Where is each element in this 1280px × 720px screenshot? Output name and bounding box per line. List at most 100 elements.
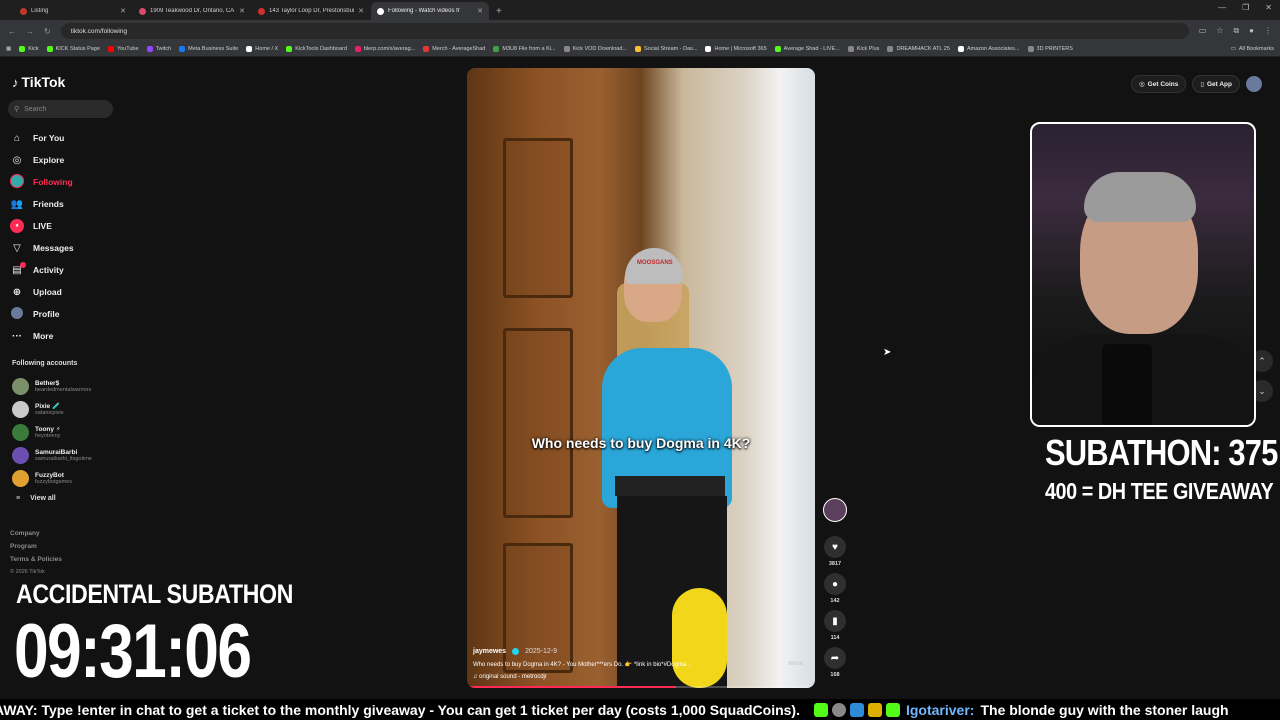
sidebar-item-upload[interactable]: ⊕ Upload — [10, 281, 74, 303]
heart-icon[interactable]: ♥ — [824, 536, 846, 558]
sidebar-item-messages[interactable]: ▽ Messages — [10, 237, 74, 259]
bookmark-item[interactable]: blerp.com/x/averag... — [354, 46, 415, 52]
sidebar-item-more[interactable]: ··· More — [10, 325, 74, 347]
search-input[interactable]: ⚲ Search — [8, 100, 113, 118]
sidebar-item-for-you[interactable]: ⌂ For You — [10, 127, 74, 149]
following-account[interactable]: Bether$ beardedmentalwarriors — [12, 375, 92, 398]
bookmark-favicon-icon — [246, 46, 253, 52]
following-account[interactable]: SamuraiBarbi samuraibarbi_itsgotime — [12, 444, 92, 467]
following-account[interactable]: Pixie 🧪 satanicpixie — [12, 398, 92, 421]
sidebar-item-label: Messages — [33, 243, 74, 253]
tab-title: Following - Watch videos fr — [388, 8, 460, 14]
browser-tab[interactable]: 143 Taylor Loop Dr, Prestonsburg ✕ — [252, 2, 370, 20]
extensions-icon[interactable]: ⧉ — [1233, 26, 1239, 36]
video-progress-bar[interactable] — [467, 686, 815, 688]
list-icon: ≡ — [16, 495, 21, 502]
ticker-announcement: AWAY: Type !enter in chat to get a ticke… — [0, 701, 800, 718]
bookmark-item[interactable]: Kick Plus — [847, 46, 879, 52]
bookmark-item[interactable]: Social Stream - Das... — [634, 46, 697, 52]
menu-icon[interactable]: ⋮ — [1264, 26, 1272, 36]
footer-program[interactable]: Program — [10, 540, 62, 553]
bookmark-item[interactable]: Kick — [19, 46, 39, 52]
account-avatar — [12, 401, 29, 418]
sidebar-item-activity[interactable]: ▤ Activity — [10, 259, 74, 281]
video-author[interactable]: jaymewes 2025-12-9 — [473, 648, 803, 655]
tab-favicon-icon — [258, 7, 265, 15]
view-all-button[interactable]: ≡ View all — [16, 495, 56, 502]
following-account[interactable]: Toony ⚡ heyoteeny — [12, 421, 92, 444]
new-tab-button[interactable]: + — [496, 2, 502, 20]
footer-terms[interactable]: Terms & Policies — [10, 553, 62, 566]
video-sound[interactable]: ♫ original sound - metrocdjr — [473, 674, 803, 680]
top-right-actions: ◎ Get Coins ▯ Get App — [1131, 75, 1262, 93]
bookmark-item[interactable]: Merch - AverageShad — [423, 46, 485, 52]
close-tab-icon[interactable]: ✕ — [477, 7, 483, 15]
close-window-icon[interactable]: ✕ — [1265, 3, 1272, 12]
microphone — [1102, 344, 1152, 425]
get-app-button[interactable]: ▯ Get App — [1192, 75, 1240, 93]
close-tab-icon[interactable]: ✕ — [358, 7, 364, 15]
address-bar[interactable]: tiktok.com/following — [60, 23, 1189, 39]
sidebar-item-label: Activity — [33, 265, 64, 275]
notification-badge — [20, 261, 26, 268]
bookmark-item[interactable]: DREAMHACK ATL 25 — [887, 46, 950, 52]
account-handle: samuraibarbi_itsgotime — [35, 455, 92, 462]
user-avatar[interactable] — [1246, 76, 1262, 92]
following-accounts-list: Bether$ beardedmentalwarriors Pixie 🧪 satan… — [12, 375, 92, 490]
all-bookmarks[interactable]: ▭ All Bookmarks — [1231, 46, 1274, 52]
bookmark-item[interactable]: Meta Business Suite — [179, 46, 238, 52]
tiktok-note-icon: ♪ — [12, 74, 19, 90]
sidebar-item-explore[interactable]: ◎ Explore — [10, 149, 74, 171]
sidebar-item-live[interactable]: ● LIVE — [10, 215, 74, 237]
sidebar-item-label: More — [33, 331, 54, 341]
star-icon[interactable]: ☆ — [1216, 26, 1223, 36]
maximize-icon[interactable]: ❐ — [1242, 3, 1249, 12]
account-handle: heyoteeny — [35, 432, 61, 439]
sidebar-item-label: LIVE — [33, 221, 52, 231]
bookmark-item[interactable]: YouTube — [107, 46, 139, 52]
bookmark-item[interactable]: KICK Status Page — [46, 46, 100, 52]
comment-icon[interactable]: ● — [824, 573, 846, 595]
more-button[interactable]: more — [788, 661, 803, 668]
bookmark-favicon-icon — [354, 46, 361, 52]
bookmark-item[interactable]: Amazon Associates... — [957, 46, 1020, 52]
browser-tab[interactable]: Following - Watch videos fr ✕ — [371, 2, 489, 20]
close-tab-icon[interactable]: ✕ — [239, 7, 245, 15]
tiktok-logo[interactable]: ♪ TikTok — [12, 74, 65, 90]
bookmark-item[interactable]: Average Shad - LIVE... — [774, 46, 840, 52]
window-controls: — ❐ ✕ — [1218, 3, 1272, 12]
bookmark-icon[interactable]: ▮ — [824, 610, 846, 632]
back-icon[interactable]: ← — [8, 27, 16, 36]
bookmark-item[interactable]: Home / X — [246, 46, 278, 52]
forward-icon[interactable]: → — [26, 27, 34, 36]
verified-icon — [512, 648, 520, 655]
bookmark-item[interactable]: Kick VOD Download... — [563, 46, 627, 52]
footer-company[interactable]: Company — [10, 527, 62, 540]
creator-avatar[interactable] — [823, 498, 847, 522]
close-tab-icon[interactable]: ✕ — [120, 7, 126, 15]
following-account[interactable]: FuzzyBot fuzzybotgames — [12, 467, 92, 490]
get-coins-button[interactable]: ◎ Get Coins — [1131, 75, 1187, 93]
bookmark-item[interactable]: KickTools Dashboard — [286, 46, 347, 52]
comment-action: ● 142 — [824, 573, 846, 604]
browser-tab[interactable]: Listing ✕ — [14, 2, 132, 20]
bookmark-item[interactable]: Home | Microsoft 365 — [705, 46, 767, 52]
account-name: Pixie 🧪 — [35, 402, 61, 410]
sidebar-item-friends[interactable]: 👥 Friends — [10, 193, 74, 215]
share-icon[interactable]: ➦ — [824, 647, 846, 669]
sidebar-item-profile[interactable]: Profile — [10, 303, 74, 325]
video-date: 2025-12-9 — [525, 648, 558, 655]
bookmark-item[interactable]: 3D PRINTERS — [1027, 46, 1073, 52]
profile-icon[interactable]: ● — [1249, 26, 1254, 36]
sidebar-item-following[interactable]: Following — [10, 171, 74, 193]
minimize-icon[interactable]: — — [1218, 3, 1226, 12]
video-player[interactable]: MOOSGANS Who needs to buy Dogma in 4K? j… — [467, 68, 815, 688]
apps-icon[interactable]: ▦ — [6, 46, 11, 52]
reload-icon[interactable]: ↻ — [44, 27, 51, 36]
browser-tab[interactable]: 1909 Teakwood Dr, Ontario, CA ✕ — [133, 2, 251, 20]
video-actions: ♥ 3817 ● 142 ▮ 114 ➦ 168 — [822, 498, 848, 684]
bookmark-item[interactable]: M3U8 File from a Ki... — [493, 46, 556, 52]
comment-count: 142 — [830, 598, 840, 604]
cast-icon[interactable]: ▭ — [1199, 26, 1207, 36]
bookmark-item[interactable]: Twitch — [146, 46, 171, 52]
